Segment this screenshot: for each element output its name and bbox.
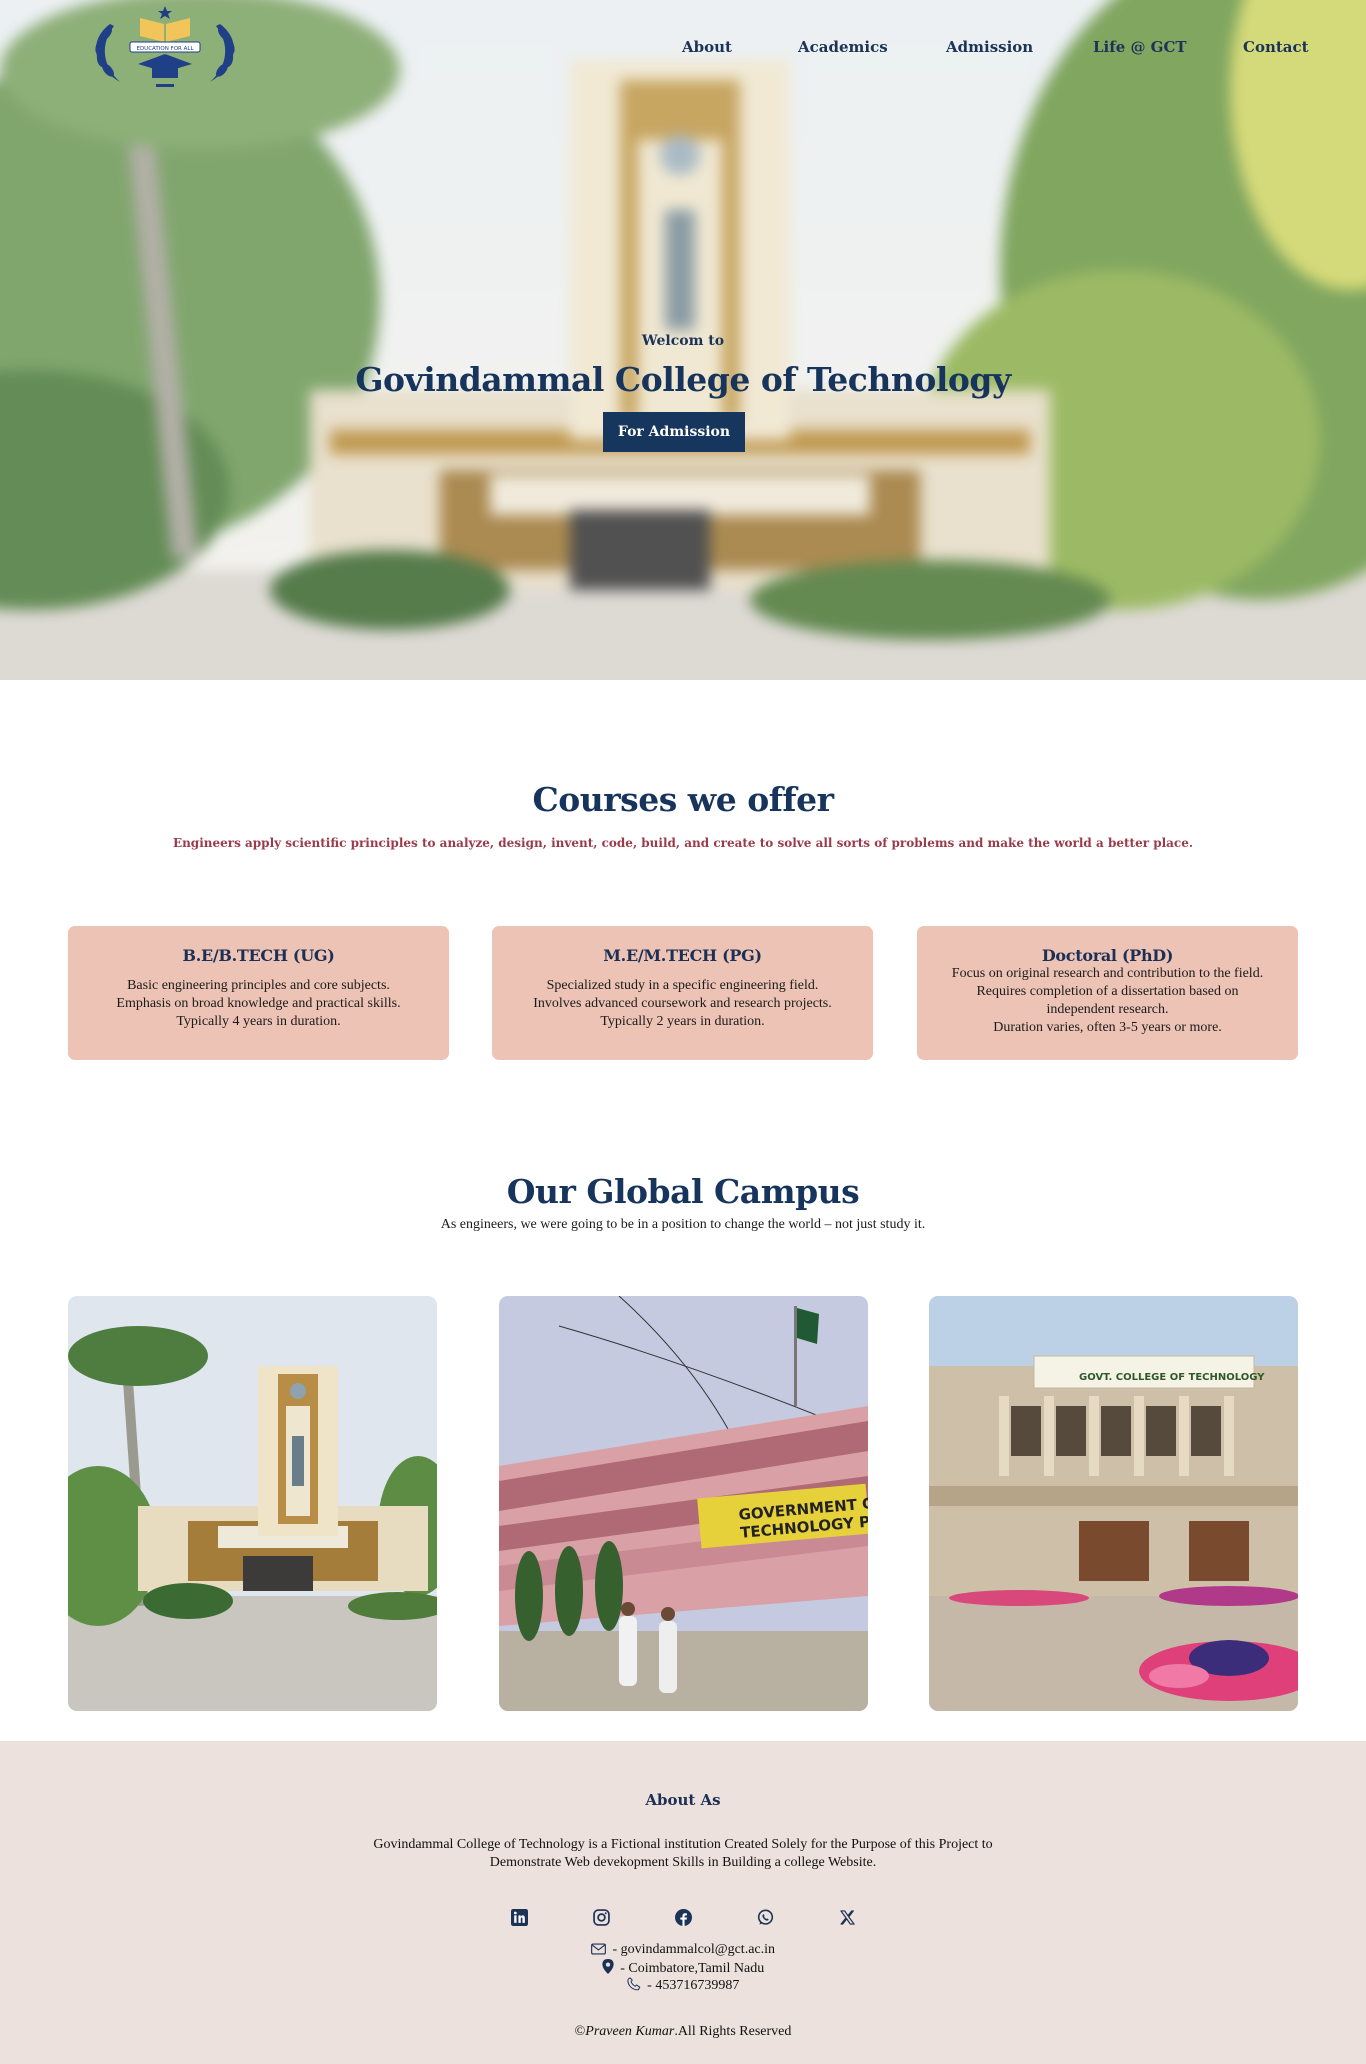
course-card-pg: M.E/M.TECH (PG) Specialized study in a s… [492,926,873,1060]
footer-location: - Coimbatore,Tamil Nadu [0,1959,1366,1978]
course-card-line: Duration varies, often 3-5 years or more… [993,1020,1222,1035]
sign-text: GOVT. COLLEGE OF TECHNOLOGY [1079,1372,1265,1383]
course-card-line: Basic engineering principles and core su… [127,978,390,993]
campus-photo-flowers: GOVT. COLLEGE OF TECHNOLOGY [929,1296,1298,1711]
hero-section: EDUCATION FOR ALL About Academics Admiss… [0,0,1366,680]
course-card-title: M.E/M.TECH (PG) [603,946,762,965]
course-card-line: Focus on original research and contribut… [951,966,1264,981]
course-card-phd: Doctoral (PhD) Focus on original researc… [917,926,1298,1060]
course-card-line: Specialized study in a specific engineer… [546,978,819,993]
nav-academics[interactable]: Academics [798,38,888,56]
copyright-name: Praveen Kumar [585,2024,675,2039]
instagram-icon[interactable] [590,1906,612,1928]
admission-button[interactable]: For Admission [603,412,745,452]
main-nav: About Academics Admission Life @ GCT Con… [0,38,1366,62]
copyright-icon: © [574,2024,586,2039]
campus-photo-tower [68,1296,437,1711]
copyright-text: .All Rights Reserved [674,2024,792,2039]
course-card-line: Requires completion of a dissertation ba… [976,984,1239,999]
facebook-icon[interactable] [672,1906,694,1928]
email-text[interactable]: - govindammalcol@gct.ac.in [609,1942,775,1957]
copyright-line: ©Praveen Kumar.All Rights Reserved [0,2024,1366,2040]
footer-about-line: Demonstrate Web devekopment Skills in Bu… [489,1855,877,1870]
whatsapp-icon[interactable] [754,1906,776,1928]
course-card-line: Involves advanced coursework and researc… [533,996,832,1011]
linkedin-icon[interactable] [508,1906,530,1928]
footer-title: About As [645,1791,721,1809]
campus-subtitle: As engineers, we were going to be in a p… [440,1217,926,1232]
hero-title: Govindammal College of Technology [355,360,1011,399]
campus-title: Our Global Campus [506,1172,860,1211]
course-card-title: Doctoral (PhD) [1041,946,1174,965]
footer-about-text: Govindammal College of Technology is a F… [0,1836,1366,1872]
envelope-icon [591,1943,606,1955]
nav-admission[interactable]: Admission [946,38,1033,56]
hero-welcome-text: Welcom to [641,333,725,349]
nav-about[interactable]: About [682,38,732,56]
location-pin-icon [602,1959,614,1974]
phone-icon [627,1977,640,1991]
x-icon[interactable] [836,1906,858,1928]
course-card-ug: B.E/B.TECH (UG) Basic engineering princi… [68,926,449,1060]
course-card-line: Emphasis on broad knowledge and practica… [116,996,401,1011]
footer-about-line: Govindammal College of Technology is a F… [373,1837,993,1852]
nav-contact[interactable]: Contact [1243,38,1309,56]
course-card-line: Typically 4 years in duration. [176,1014,341,1029]
course-card-line: Typically 2 years in duration. [600,1014,765,1029]
course-card-title: B.E/B.TECH (UG) [182,946,335,965]
courses-subtitle: Engineers apply scientific principles to… [172,836,1194,850]
footer-email: - govindammalcol@gct.ac.in [0,1941,1366,1959]
footer: About As Govindammal College of Technolo… [0,1741,1366,2064]
course-card-line: independent research. [1046,1002,1169,1017]
footer-phone: - 453716739987 [0,1977,1366,1995]
courses-title: Courses we offer [532,780,834,819]
location-text: - Coimbatore,Tamil Nadu [616,1961,765,1976]
phone-text[interactable]: - 453716739987 [644,1978,739,1993]
campus-photo-facade: GOVERNMENT CO TECHNOLOGY PI [499,1296,868,1711]
nav-life-at-gct[interactable]: Life @ GCT [1093,38,1187,56]
